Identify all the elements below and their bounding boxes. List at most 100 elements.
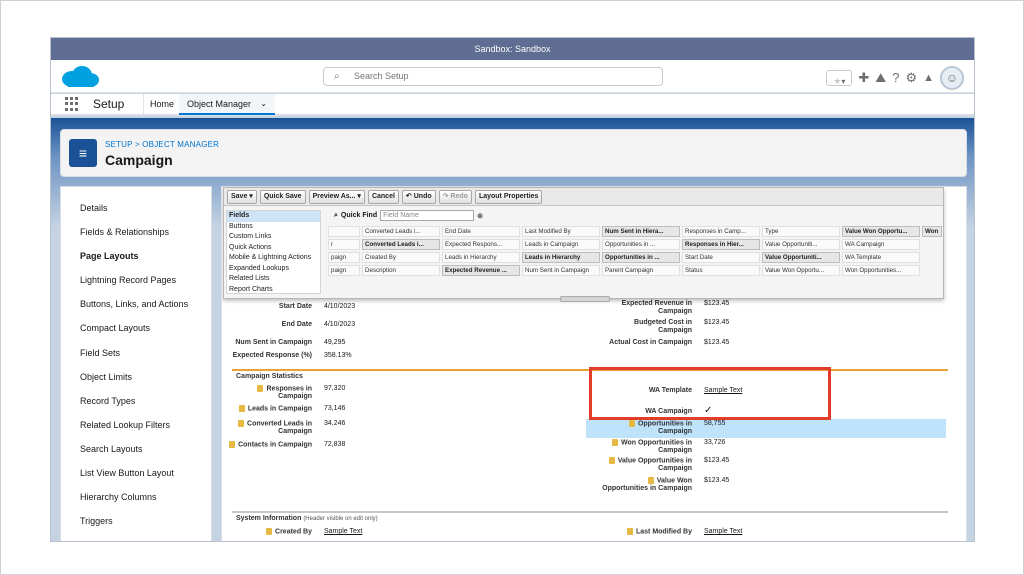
palette-field[interactable]: Responses in Camp... [682,226,760,237]
palette-field[interactable]: Leads in Hierarchy [442,252,520,263]
bell-icon[interactable]: ▲ [923,68,934,88]
sidebar-item-details[interactable]: Details [61,196,211,220]
palette-field[interactable]: Converted Leads i... [362,226,440,237]
field-row[interactable]: Created By Sample Text [222,528,362,536]
clear-icon[interactable]: ⊗ [477,212,483,220]
gear-icon[interactable]: ⚙ [905,68,917,88]
field-row[interactable]: Opportunities in Campaign 58,755 [602,420,725,436]
palette-field-used[interactable]: Value Opportuniti... [762,252,840,263]
palette-category-custom-links[interactable]: Custom Links [227,232,320,243]
palette-field-used[interactable]: Value Won Opportu... [842,226,920,237]
palette-field-used[interactable]: Leads in Hierarchy [522,252,600,263]
palette-category-report-charts[interactable]: Report Charts [227,285,320,294]
palette-field[interactable]: Status [682,265,760,276]
field-row[interactable]: Contacts in Campaign 72,838 [222,441,345,449]
palette-field[interactable]: WA Template [842,252,920,263]
palette-field[interactable]: Last Modified By [522,226,600,237]
trailhead-icon[interactable]: ⛰ [875,68,886,88]
palette-resize-handle[interactable] [560,296,610,302]
preview-as-button[interactable]: Preview As... ▾ [308,189,365,204]
sidebar-item-fields-relationships[interactable]: Fields & Relationships [61,220,211,244]
palette-field[interactable]: Description [362,265,440,276]
palette-field[interactable]: Created By [362,252,440,263]
save-button[interactable]: Save ▾ [227,189,257,204]
field-row[interactable]: Last Modified By Sample Text [602,528,742,536]
palette-field[interactable]: Value Opportuniti... [762,239,840,250]
app-launcher-icon[interactable] [65,97,79,111]
field-row[interactable]: Won Opportunities in Campaign 33,726 [602,439,725,455]
sidebar-item-object-limits[interactable]: Object Limits [61,365,211,389]
palette-field[interactable]: paign [328,252,360,263]
favorites-button[interactable]: ★▾ [826,70,853,86]
redo-button[interactable]: ↷ Redo [438,189,472,204]
quick-save-button[interactable]: Quick Save [259,189,306,204]
palette-field[interactable]: End Date [442,226,520,237]
palette-field[interactable] [922,239,942,250]
search-input[interactable]: ⌕ Search Setup [323,67,663,86]
field-row[interactable]: Expected Revenue in Campaign $123.45 [602,300,730,316]
palette-category-related-lists[interactable]: Related Lists [227,274,320,285]
palette-field[interactable] [922,265,942,276]
sidebar-item-related-lookup-filters[interactable]: Related Lookup Filters [61,413,211,437]
palette-field-used[interactable]: Expected Revenue ... [442,265,520,276]
sidebar-item-record-types[interactable]: Record Types [61,389,211,413]
salesforce-logo[interactable] [60,65,100,89]
field-row[interactable]: Num Sent in Campaign 49,295 [222,339,345,347]
tab-home[interactable]: Home [143,94,180,114]
palette-field-used[interactable]: Won [922,226,942,237]
sidebar-item-page-layouts[interactable]: Page Layouts [61,244,211,268]
palette-field[interactable]: Expected Respons... [442,239,520,250]
palette-field[interactable]: Start Date [682,252,760,263]
palette-field-used[interactable]: Converted Leads i... [362,239,440,250]
chevron-down-icon[interactable]: ⌄ [260,94,267,114]
cancel-button[interactable]: Cancel [367,189,399,204]
quick-find-input[interactable]: Field Name [380,210,475,221]
palette-field[interactable]: Type [762,226,840,237]
palette-field[interactable] [328,226,360,237]
palette-field[interactable]: paign [328,265,360,276]
palette-category-buttons[interactable]: Buttons [227,222,320,233]
help-icon[interactable]: ? [892,68,899,88]
palette-category-quick-actions[interactable]: Quick Actions [227,243,320,254]
sidebar-item-hierarchy-columns[interactable]: Hierarchy Columns [61,485,211,509]
field-row[interactable]: Expected Response (%) 358.13% [222,352,352,360]
sidebar-item-compact-layouts[interactable]: Compact Layouts [61,316,211,340]
palette-field[interactable] [922,252,942,263]
palette-field[interactable]: Opportunities in ... [602,239,680,250]
field-row[interactable]: Converted Leads in Campaign 34,246 [222,420,345,436]
field-row[interactable]: Start Date 4/10/2023 [222,303,355,311]
sidebar-item-triggers[interactable]: Triggers [61,509,211,533]
field-row[interactable]: Value Won Opportunities in Campaign $123… [602,477,729,493]
add-icon[interactable]: ✚ [858,68,869,88]
palette-field[interactable]: Value Won Opportu... [762,265,840,276]
palette-field[interactable]: WA Campaign [842,239,920,250]
palette-field[interactable]: Parent Campaign [602,265,680,276]
section-system-information[interactable]: System Information (Header visible on ed… [232,511,948,523]
field-row[interactable]: Responses in Campaign 97,320 [222,385,345,401]
sidebar-item-buttons-links-actions[interactable]: Buttons, Links, and Actions [61,292,211,316]
palette-category-fields[interactable]: Fields [227,211,320,222]
palette-field[interactable]: Leads in Campaign [522,239,600,250]
field-row[interactable]: Actual Cost in Campaign $123.45 [602,339,729,347]
palette-field[interactable]: Num Sent in Campaign [522,265,600,276]
avatar[interactable]: ☺ [940,66,964,90]
palette-field-used[interactable]: Num Sent in Hiera... [602,226,680,237]
field-row[interactable]: Budgeted Cost in Campaign $123.45 [602,319,729,335]
field-row[interactable]: Value Opportunities in Campaign $123.45 [602,457,729,473]
breadcrumb[interactable]: SETUP > OBJECT MANAGER [105,140,219,149]
sidebar-item-list-view-button-layout[interactable]: List View Button Layout [61,461,211,485]
sidebar-item-search-layouts[interactable]: Search Layouts [61,437,211,461]
field-row[interactable]: Leads in Campaign 73,146 [222,405,345,413]
layout-properties-button[interactable]: Layout Properties [474,189,543,204]
undo-button[interactable]: ↶ Undo [401,189,436,204]
palette-field[interactable]: r [328,239,360,250]
palette-category-mobile-actions[interactable]: Mobile & Lightning Actions [227,253,320,264]
palette-field[interactable]: Won Opportunities... [842,265,920,276]
tab-object-manager[interactable]: Object Manager ⌄ [179,94,275,115]
palette-field-used[interactable]: Opportunities in ... [602,252,680,263]
sidebar-item-field-sets[interactable]: Field Sets [61,341,211,365]
palette-category-expanded-lookups[interactable]: Expanded Lookups [227,264,320,275]
sidebar-item-lightning-record-pages[interactable]: Lightning Record Pages [61,268,211,292]
field-row[interactable]: End Date 4/10/2023 [222,321,355,329]
palette-field-used[interactable]: Responses in Hier... [682,239,760,250]
